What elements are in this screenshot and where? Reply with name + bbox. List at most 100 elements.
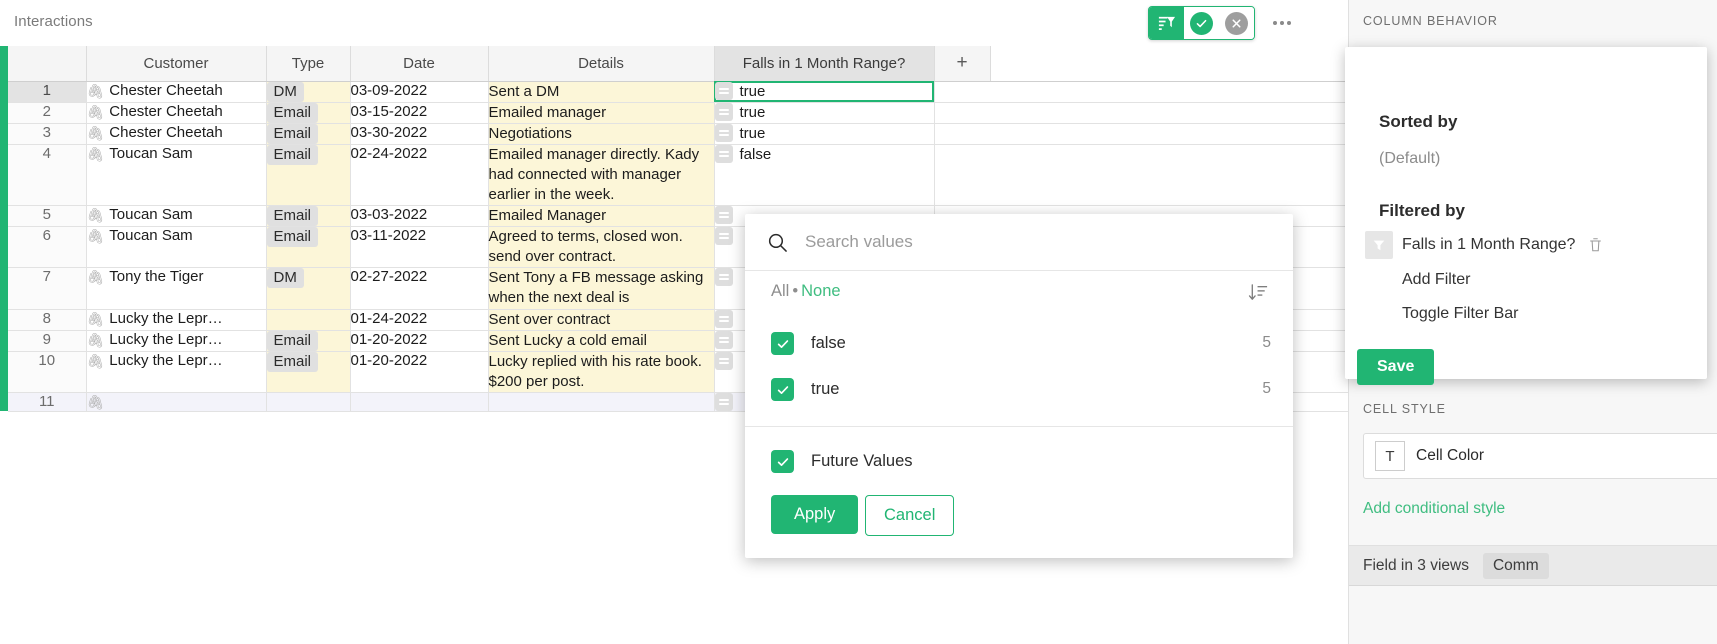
cell-details[interactable]: Emailed manager directly. Kady had conne… bbox=[488, 144, 714, 205]
cell-customer[interactable]: 🖇 bbox=[86, 392, 266, 411]
row-number[interactable]: 10 bbox=[8, 351, 86, 392]
filter-option-false[interactable]: false bbox=[771, 332, 846, 355]
row-number[interactable]: 9 bbox=[8, 330, 86, 351]
cell-type[interactable]: Email bbox=[266, 123, 350, 144]
cell-details[interactable]: Agreed to terms, closed won. send over c… bbox=[488, 227, 714, 268]
checkbox-false[interactable] bbox=[771, 332, 794, 355]
select-all-link[interactable]: All bbox=[771, 282, 789, 300]
cell-customer[interactable]: 🖇Lucky the Lepr… bbox=[86, 309, 266, 330]
cell-customer[interactable]: 🖇Toucan Sam bbox=[86, 144, 266, 205]
cell-customer[interactable]: 🖇Toucan Sam bbox=[86, 206, 266, 227]
cell-date[interactable]: 02-24-2022 bbox=[350, 144, 488, 205]
cell-details[interactable]: Negotiations bbox=[488, 123, 714, 144]
cell-customer[interactable]: 🖇Lucky the Lepr… bbox=[86, 351, 266, 392]
future-values-option[interactable]: Future Values bbox=[771, 450, 913, 473]
apply-button[interactable]: Apply bbox=[771, 495, 858, 534]
accept-filter-button[interactable] bbox=[1184, 7, 1219, 39]
trash-icon[interactable] bbox=[1588, 237, 1603, 253]
cell-customer[interactable]: 🖇Tony the Tiger bbox=[86, 268, 266, 309]
cell-type[interactable]: Email bbox=[266, 351, 350, 392]
row-accent-bar bbox=[0, 144, 8, 205]
column-header-date[interactable]: Date bbox=[350, 46, 488, 81]
cell-type[interactable]: Email bbox=[266, 144, 350, 205]
cell-details[interactable]: Sent over contract bbox=[488, 309, 714, 330]
cell-date[interactable]: 03-03-2022 bbox=[350, 206, 488, 227]
checkbox-future-values[interactable] bbox=[771, 450, 794, 473]
cell-type[interactable]: DM bbox=[266, 81, 350, 102]
falls-value: false bbox=[740, 146, 772, 163]
cell-date[interactable]: 03-09-2022 bbox=[350, 81, 488, 102]
cell-date[interactable]: 03-15-2022 bbox=[350, 102, 488, 123]
cell-details[interactable]: Sent a DM bbox=[488, 81, 714, 102]
add-conditional-style-link[interactable]: Add conditional style bbox=[1363, 500, 1505, 518]
select-none-link[interactable]: None bbox=[801, 282, 840, 300]
cell-date[interactable]: 01-20-2022 bbox=[350, 351, 488, 392]
cell-details[interactable]: Lucky replied with his rate book. $200 p… bbox=[488, 351, 714, 392]
row-number[interactable]: 8 bbox=[8, 309, 86, 330]
cancel-button[interactable]: Cancel bbox=[865, 495, 954, 536]
cell-customer[interactable]: 🖇Chester Cheetah bbox=[86, 123, 266, 144]
cancel-filter-button[interactable] bbox=[1219, 7, 1254, 39]
add-column-button[interactable]: + bbox=[934, 46, 990, 81]
cell-type[interactable]: Email bbox=[266, 330, 350, 351]
sort-descending-icon[interactable] bbox=[1248, 282, 1269, 308]
cell-details[interactable]: Emailed Manager bbox=[488, 206, 714, 227]
cell-falls-in-1-month-range[interactable]: true bbox=[714, 102, 934, 123]
table-row[interactable]: 4🖇Toucan SamEmail02-24-2022Emailed manag… bbox=[0, 144, 1348, 205]
row-number[interactable]: 1 bbox=[8, 81, 86, 102]
cell-date[interactable] bbox=[350, 392, 488, 411]
cell-date[interactable]: 03-30-2022 bbox=[350, 123, 488, 144]
table-row[interactable]: 2🖇Chester CheetahEmail03-15-2022Emailed … bbox=[0, 102, 1348, 123]
table-row[interactable]: 3🖇Chester CheetahEmail03-30-2022Negotiat… bbox=[0, 123, 1348, 144]
cell-type[interactable] bbox=[266, 309, 350, 330]
checkbox-true[interactable] bbox=[771, 378, 794, 401]
cell-details[interactable]: Sent Tony a FB message asking when the n… bbox=[488, 268, 714, 309]
cell-type[interactable]: Email bbox=[266, 206, 350, 227]
cell-falls-in-1-month-range[interactable]: true bbox=[714, 81, 934, 102]
cell-customer[interactable]: 🖇Toucan Sam bbox=[86, 227, 266, 268]
column-header-details[interactable]: Details bbox=[488, 46, 714, 81]
cell-date[interactable]: 01-20-2022 bbox=[350, 330, 488, 351]
row-number[interactable]: 5 bbox=[8, 206, 86, 227]
cell-customer[interactable]: 🖇Lucky the Lepr… bbox=[86, 330, 266, 351]
table-row[interactable]: 1🖇Chester CheetahDM03-09-2022Sent a DMtr… bbox=[0, 81, 1348, 102]
row-number[interactable]: 11 bbox=[8, 392, 86, 411]
sort-filter-icon[interactable] bbox=[1149, 7, 1184, 39]
row-number[interactable]: 3 bbox=[8, 123, 86, 144]
cell-type[interactable]: DM bbox=[266, 268, 350, 309]
cell-date[interactable]: 02-27-2022 bbox=[350, 268, 488, 309]
cell-details[interactable]: Sent Lucky a cold email bbox=[488, 330, 714, 351]
row-number[interactable]: 4 bbox=[8, 144, 86, 205]
filter-option-true[interactable]: true bbox=[771, 378, 839, 401]
cell-falls-in-1-month-range[interactable]: false bbox=[714, 144, 934, 205]
customer-name: Chester Cheetah bbox=[109, 103, 222, 120]
customer-name: Lucky the Lepr… bbox=[109, 310, 222, 327]
cell-color-selector[interactable]: T Cell Color bbox=[1363, 433, 1717, 479]
cell-type[interactable]: Email bbox=[266, 102, 350, 123]
row-number[interactable]: 2 bbox=[8, 102, 86, 123]
cell-falls-in-1-month-range[interactable]: true bbox=[714, 123, 934, 144]
row-number[interactable]: 7 bbox=[8, 268, 86, 309]
more-options-icon[interactable] bbox=[1265, 12, 1299, 34]
column-header-customer[interactable]: Customer bbox=[86, 46, 266, 81]
cell-type[interactable] bbox=[266, 392, 350, 411]
search-input[interactable] bbox=[803, 231, 1233, 253]
link-icon: 🖇 bbox=[87, 146, 105, 163]
toggle-filter-bar-menu-item[interactable]: Toggle Filter Bar bbox=[1402, 305, 1519, 323]
filter-option-label: false bbox=[811, 334, 846, 353]
cell-details[interactable]: Emailed manager bbox=[488, 102, 714, 123]
sorted-by-value[interactable]: (Default) bbox=[1379, 150, 1440, 168]
column-header-falls-in-1-month-range[interactable]: Falls in 1 Month Range? bbox=[714, 46, 934, 81]
cell-details[interactable] bbox=[488, 392, 714, 411]
column-header-type[interactable]: Type bbox=[266, 46, 350, 81]
cell-customer[interactable]: 🖇Chester Cheetah bbox=[86, 102, 266, 123]
active-filter-row[interactable]: Falls in 1 Month Range? bbox=[1365, 231, 1603, 259]
cell-date[interactable]: 01-24-2022 bbox=[350, 309, 488, 330]
cell-customer[interactable]: 🖇Chester Cheetah bbox=[86, 81, 266, 102]
row-number[interactable]: 6 bbox=[8, 227, 86, 268]
comments-tab[interactable]: Comm bbox=[1483, 553, 1549, 579]
cell-type[interactable]: Email bbox=[266, 227, 350, 268]
cell-date[interactable]: 03-11-2022 bbox=[350, 227, 488, 268]
add-filter-menu-item[interactable]: Add Filter bbox=[1402, 271, 1470, 289]
save-button[interactable]: Save bbox=[1357, 349, 1434, 385]
